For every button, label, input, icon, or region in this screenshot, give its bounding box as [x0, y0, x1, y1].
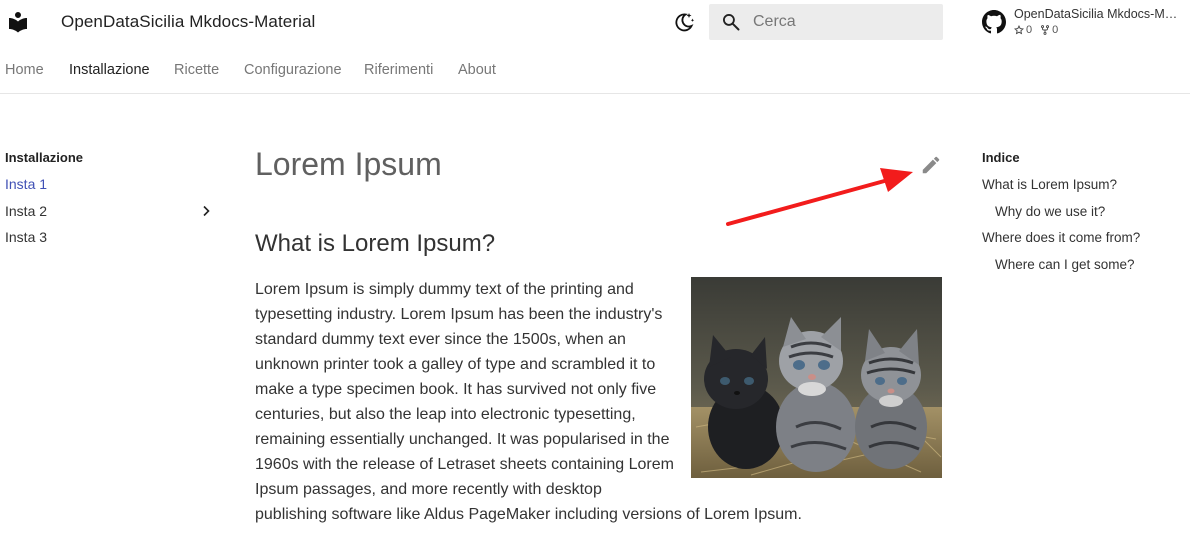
chevron-right-icon[interactable] [200, 205, 212, 217]
tab-configurazione[interactable]: Configurazione [244, 62, 342, 78]
repo-stars: 0 [1014, 24, 1032, 36]
repo-link[interactable]: OpenDataSicilia Mkdocs-M… 0 0 [982, 7, 1187, 39]
tab-riferimenti[interactable]: Riferimenti [364, 62, 433, 78]
search-box[interactable] [709, 4, 943, 40]
content-paragraph: Lorem Ipsum is simply dummy text of the … [255, 277, 942, 527]
repo-name: OpenDataSicilia Mkdocs-M… [1014, 7, 1178, 21]
toc-item-where-can-i-get-some[interactable]: Where can I get some? [995, 257, 1135, 272]
tab-installazione[interactable]: Installazione [69, 62, 150, 78]
sidebar-item-insta-2[interactable]: Insta 2 [5, 203, 215, 219]
repo-forks: 0 [1040, 24, 1058, 36]
book-logo-icon[interactable] [6, 10, 30, 34]
fork-icon [1041, 25, 1050, 35]
toc-item-why-do-we-use-it[interactable]: Why do we use it? [995, 204, 1105, 219]
kittens-image [691, 277, 942, 478]
sidebar-item-insta-1[interactable]: Insta 1 [5, 176, 215, 192]
sidebar-item-insta-3[interactable]: Insta 3 [5, 229, 215, 245]
stars-count: 0 [1026, 24, 1033, 36]
tab-ricette[interactable]: Ricette [174, 62, 219, 78]
toc-title: Indice [982, 150, 1020, 165]
forks-count: 0 [1052, 24, 1059, 36]
navigation-tabs: Home Installazione Ricette Configurazion… [0, 52, 1190, 94]
annotation-arrow [726, 168, 913, 226]
search-input[interactable] [753, 4, 939, 40]
section-heading: What is Lorem Ipsum? [255, 230, 496, 257]
theme-toggle-icon[interactable] [672, 10, 696, 34]
star-icon [1014, 25, 1024, 35]
site-title[interactable]: OpenDataSicilia Mkdocs-Material [61, 12, 315, 32]
github-icon [982, 10, 1006, 34]
toc-item-where-does-it-come-from[interactable]: Where does it come from? [982, 230, 1140, 245]
page-title: Lorem Ipsum [255, 146, 442, 182]
header: OpenDataSicilia Mkdocs-Material OpenData… [0, 0, 1190, 44]
sidebar-title: Installazione [5, 150, 84, 165]
edit-pencil-icon[interactable] [920, 154, 942, 176]
tab-home[interactable]: Home [5, 62, 44, 78]
tab-about[interactable]: About [458, 62, 496, 78]
repo-stats: 0 0 [1014, 24, 1058, 36]
search-icon [723, 14, 740, 31]
toc-item-what-is-lorem-ipsum[interactable]: What is Lorem Ipsum? [982, 177, 1117, 192]
